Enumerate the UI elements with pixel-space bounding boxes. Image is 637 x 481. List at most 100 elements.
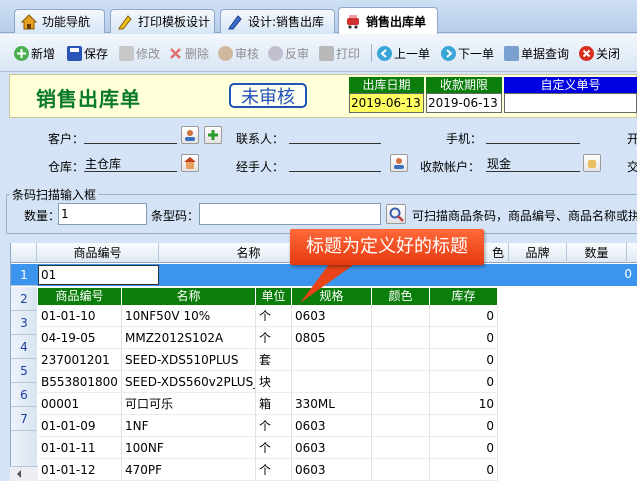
list-item[interactable]: 01-01-12 470PF 个 0603 0 [38,459,498,481]
edit-icon [119,45,134,61]
approve-label: 审核 [235,46,260,61]
handler-field[interactable] [289,156,381,172]
dropdown-cell-code: 237001201 [38,349,122,371]
scan-hint: 可扫描商品条码，商品编号、商品名称或拼 [412,209,637,223]
grid-corner [11,243,37,263]
account-label: 收款帐户： [420,160,481,174]
dropdown-col-stock: 库存 [430,288,498,305]
horizontal-scrollbar[interactable] [10,466,38,481]
phone-label: 手机： [446,132,483,146]
dropdown-cell-unit: 个 [256,305,292,327]
customer-add-button[interactable] [204,126,222,144]
dropdown-cell-unit: 套 [256,349,292,371]
dropdown-cell-stock: 0 [430,437,498,459]
list-item[interactable]: 04-19-05 MMZ2012S102A 个 0805 0 [38,327,498,349]
custom-no-field[interactable] [504,93,637,113]
print-button[interactable]: 打印 [319,44,360,62]
row-number: 2 [11,287,37,311]
page-title: 销售出库单 [36,87,141,111]
customer-label: 客户： [48,132,85,146]
list-item[interactable]: 01-01-11 100NF 个 0603 0 [38,437,498,459]
row-number: 7 [11,407,37,431]
handler-lookup-button[interactable] [390,154,408,172]
dropdown-col-color: 颜色 [372,288,430,305]
payment-due-field[interactable]: 2019-06-13 [426,93,502,113]
delete-button[interactable]: 删除 [168,44,209,62]
account-field[interactable]: 现金 [486,156,580,172]
approve-button[interactable]: 审核 [218,44,259,62]
dropdown-cell-name: SEED-XDS560v2PLUS_ [122,371,256,393]
list-item[interactable]: 01-01-10 10NF50V 10% 个 0603 0 [38,305,498,327]
list-item[interactable]: 237001201 SEED-XDS510PLUS 套 0 [38,349,498,371]
warehouse-label: 仓库： [48,160,85,174]
row-number: 6 [11,383,37,407]
user-undo-icon [268,45,283,61]
plus-icon [14,45,29,61]
customer-field[interactable] [84,128,177,144]
tab-label: 设计:销售出库 [248,15,325,29]
dropdown-cell-stock: 0 [430,415,498,437]
payment-due-header: 收款期限 [426,77,502,93]
contact-field[interactable] [289,128,381,144]
unapprove-button[interactable]: 反审 [268,44,309,62]
row-number: 3 [11,311,37,335]
dropdown-cell-stock: 0 [430,327,498,349]
list-item[interactable]: B553801800 SEED-XDS560v2PLUS_ 块 0 [38,371,498,393]
toolbar: 新增 保存 修改 删除 审核 反审 打印 上一单 下一单 单据查询 关闭 [0,34,637,72]
close-label: 关闭 [596,46,621,61]
grid-col-brand[interactable]: 品牌 [509,243,567,263]
row-qty: 0 [624,267,632,281]
outbound-date-field[interactable]: 2019-06-13 [349,93,424,113]
user-lookup-icon [185,130,195,141]
dropdown-cell-color [372,305,430,327]
list-item[interactable]: 01-01-09 1NF 个 0603 0 [38,415,498,437]
tab-design-sales-outbound[interactable]: 设计:销售出库 [220,9,335,33]
warehouse-field[interactable]: 主仓库 [84,156,177,172]
close-icon [579,45,594,61]
cart-icon [345,13,361,29]
barcode-search-button[interactable] [386,204,406,224]
next-button[interactable]: 下一单 [441,44,494,62]
product-code-editor[interactable]: 01 [38,265,159,285]
arrow-left-icon [377,45,392,61]
dropdown-col-unit: 单位 [256,288,292,305]
customer-lookup-button[interactable] [181,126,199,144]
phone-field[interactable] [486,128,580,144]
new-button[interactable]: 新增 [14,44,55,62]
product-dropdown: 商品编号 名称 单位 规格 颜色 库存 01-01-10 10NF50V 10% 个… [38,288,498,481]
printer-icon [319,45,334,61]
qty-input[interactable]: 1 [58,203,147,225]
edit-button[interactable]: 修改 [119,44,160,62]
query-button[interactable]: 单据查询 [504,44,569,62]
grid-col-qty[interactable]: 数量 [567,243,627,263]
tab-sales-outbound[interactable]: 销售出库单 [338,7,438,34]
qty-label: 数量： [24,209,61,223]
tab-function-nav[interactable]: 功能导航 [14,9,105,33]
tab-print-template[interactable]: 打印模板设计 [110,9,215,33]
hand-icon [588,160,596,168]
contact-label: 联系人： [236,132,285,146]
dropdown-cell-spec [292,349,372,371]
dropdown-cell-unit: 箱 [256,393,292,415]
close-button[interactable]: 关闭 [579,44,620,62]
dropdown-cell-code: 01-01-11 [38,437,122,459]
dropdown-cell-spec: 0603 [292,415,372,437]
tab-label: 打印模板设计 [138,15,211,29]
barcode-input[interactable] [199,203,381,225]
dropdown-cell-code: B553801800 [38,371,122,393]
pencil-blue-icon [227,14,243,30]
barcode-label: 条型码： [151,209,200,223]
save-button[interactable]: 保存 [67,44,108,62]
list-item[interactable]: 00001 可口可乐箱 330ML 10 [38,393,498,415]
prev-button[interactable]: 上一单 [377,44,430,62]
grid-col-code[interactable]: 商品编号 [37,243,159,263]
dropdown-cell-spec: 0603 [292,459,372,481]
dropdown-cell-color [372,371,430,393]
account-lookup-button[interactable] [583,154,601,172]
annotation-callout: 标题为定义好的标题 [290,229,484,265]
dropdown-cell-name: SEED-XDS510PLUS [122,349,256,371]
warehouse-lookup-button[interactable] [181,154,199,172]
dropdown-cell-code: 01-01-12 [38,459,122,481]
toolbar-separator [371,44,372,62]
unapprove-label: 反审 [285,46,310,61]
